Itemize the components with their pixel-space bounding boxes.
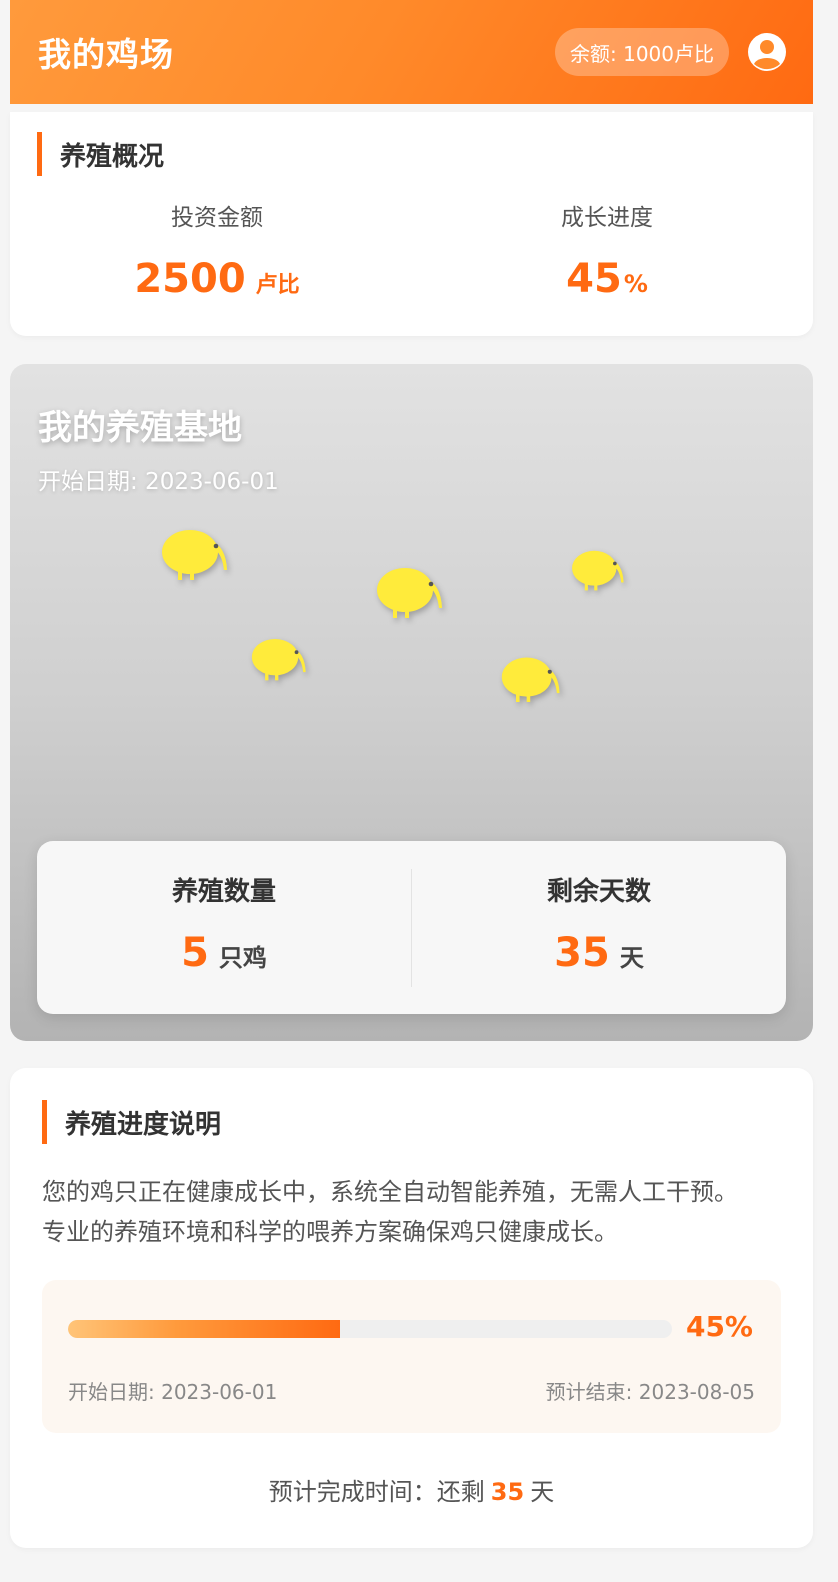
progress-description: 您的鸡只正在健康成长中，系统全自动智能养殖，无需人工干预。 专业的养殖环境和科学… (42, 1172, 782, 1252)
progress-card: 养殖进度说明 您的鸡只正在健康成长中，系统全自动智能养殖，无需人工干预。 专业的… (10, 1068, 813, 1548)
chicken-count-value: 5 只鸡 (37, 930, 411, 976)
growth-value: 45% (412, 256, 802, 302)
progress-percent: 45% (685, 1310, 753, 1343)
farm-start-date: 开始日期: 2023-06-01 (38, 469, 279, 495)
progress-track (68, 1320, 672, 1338)
days-left-value: 35 天 (412, 930, 786, 976)
growth-stat: 成长进度 45% (412, 198, 802, 302)
app-header: 我的鸡场 余额: 1000卢比 (10, 0, 813, 104)
farm-stats-card: 养殖数量 5 只鸡 剩余天数 35 天 (37, 841, 786, 1014)
eta-prefix: 预计完成时间：还剩 (268, 1478, 485, 1506)
section-accent-bar (37, 132, 42, 176)
chicken-count-label: 养殖数量 (171, 877, 276, 907)
progress-title-text: 养殖进度说明 (65, 1109, 222, 1140)
kiwi-bird-icon (377, 568, 442, 618)
kiwi-bird-icon (162, 530, 227, 580)
progress-section-title: 养殖进度说明 (42, 1100, 221, 1144)
investment-stat: 投资金额 2500 卢比 (22, 198, 412, 302)
days-left-label: 剩余天数 (546, 877, 651, 907)
kiwi-bird-icon (572, 550, 624, 591)
progress-start-date: 开始日期: 2023-06-01 (68, 1380, 278, 1404)
description-line-2: 专业的养殖环境和科学的喂养方案确保鸡只健康成长。 (42, 1218, 618, 1246)
chicken-count-unit: 只鸡 (218, 944, 267, 972)
description-line-1: 您的鸡只正在健康成长中，系统全自动智能养殖，无需人工干预。 (42, 1178, 738, 1206)
page-title: 我的鸡场 (38, 35, 174, 74)
growth-amount: 45 (566, 256, 622, 302)
eta-suffix: 天 (530, 1478, 555, 1506)
days-left-stat: 剩余天数 35 天 (412, 871, 786, 976)
growth-label: 成长进度 (561, 205, 653, 231)
kiwi-bird-icon (251, 638, 306, 681)
overview-card: 养殖概况 投资金额 2500 卢比 成长进度 45% (10, 112, 813, 336)
growth-unit: % (623, 270, 648, 298)
chicken-count-number: 5 (181, 930, 209, 976)
progress-end-date: 预计结束: 2023-08-05 (545, 1380, 755, 1404)
progress-fill (68, 1320, 340, 1338)
estimated-completion: 预计完成时间：还剩 35 天 (10, 1472, 813, 1507)
investment-value: 2500 卢比 (22, 256, 412, 302)
investment-unit: 卢比 (255, 273, 300, 298)
user-circle-icon[interactable] (747, 32, 787, 72)
farm-title: 我的养殖基地 (38, 408, 242, 448)
days-left-unit: 天 (619, 944, 644, 972)
header-actions: 余额: 1000卢比 (555, 28, 787, 76)
balance-badge[interactable]: 余额: 1000卢比 (555, 28, 729, 76)
farm-base-panel: 我的养殖基地 开始日期: 2023-06-01 养殖数量 5 只鸡 剩余天数 3… (10, 364, 813, 1041)
investment-amount: 2500 (134, 256, 246, 302)
kiwi-bird-icon (501, 657, 560, 702)
eta-days: 35 (490, 1478, 525, 1506)
days-left-number: 35 (554, 930, 610, 976)
section-accent-bar (42, 1100, 47, 1144)
progress-box: 45% 开始日期: 2023-06-01 预计结束: 2023-08-05 (42, 1280, 781, 1433)
overview-section-title: 养殖概况 (37, 132, 164, 176)
overview-title-text: 养殖概况 (60, 141, 165, 172)
chicken-count-stat: 养殖数量 5 只鸡 (37, 871, 411, 976)
investment-label: 投资金额 (171, 205, 263, 231)
